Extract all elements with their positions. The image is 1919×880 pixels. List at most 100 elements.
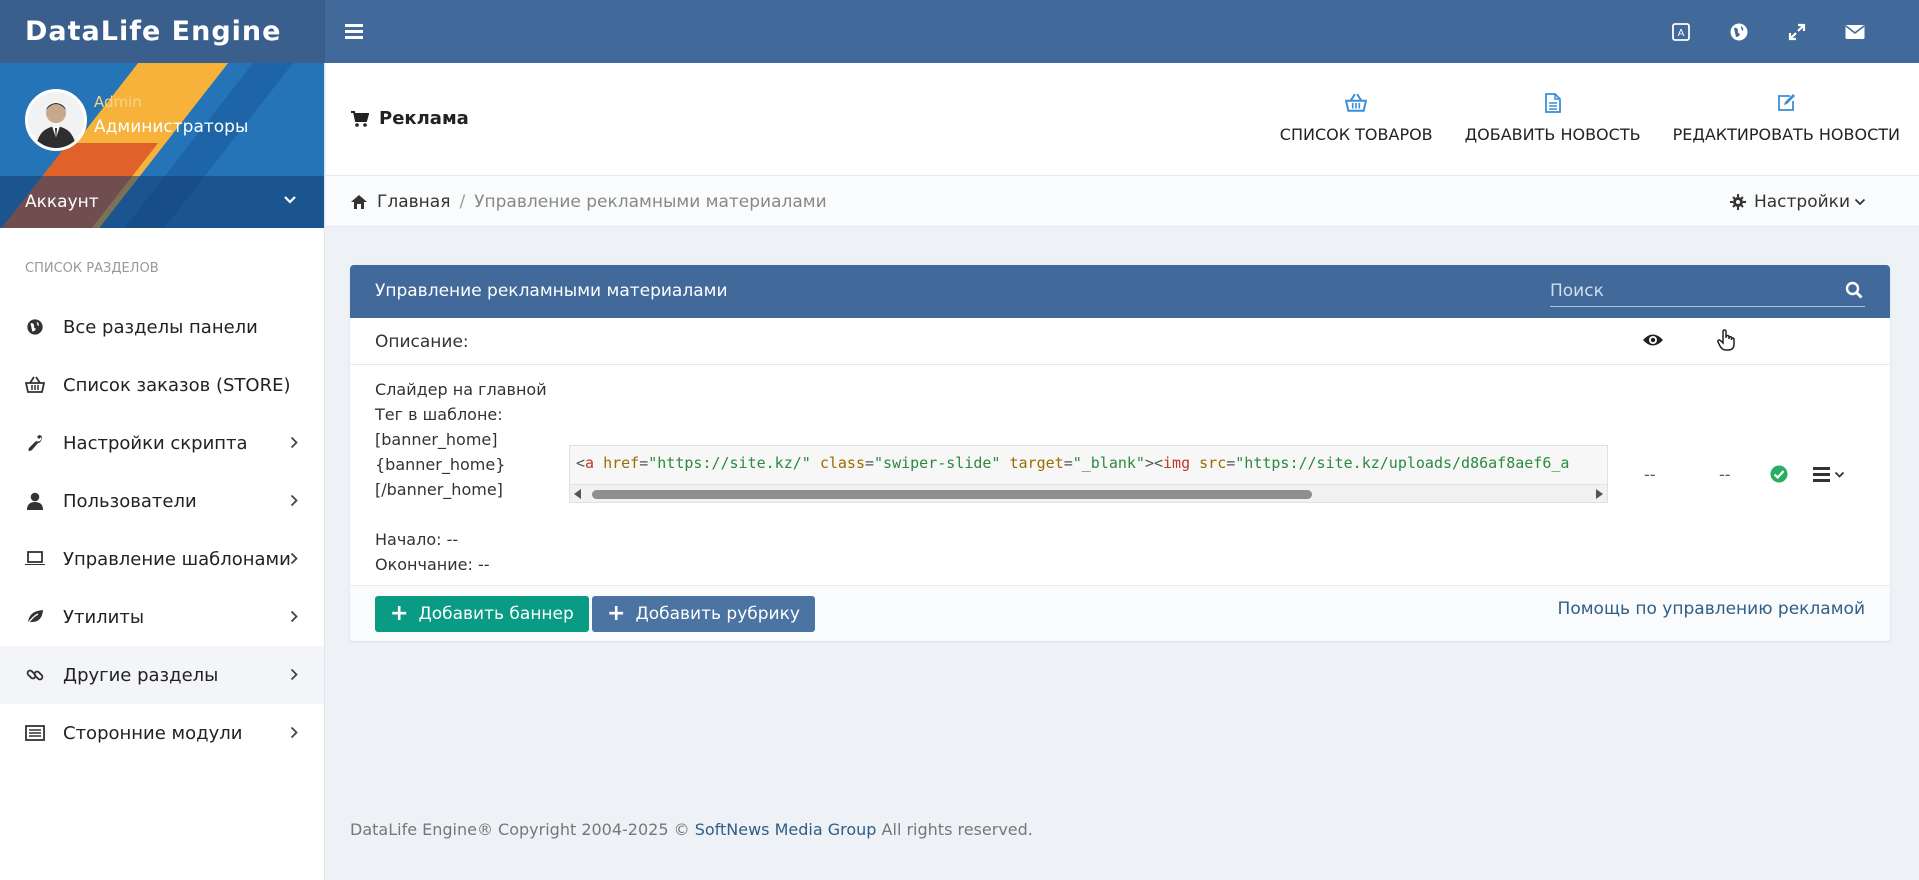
chevron-down-icon xyxy=(1854,198,1866,206)
code-token-tag: img xyxy=(1163,454,1191,472)
company-link[interactable]: SoftNews Media Group xyxy=(695,820,877,839)
sidebar-item-store-orders[interactable]: Список заказов (STORE) xyxy=(0,356,324,414)
search-box xyxy=(1550,277,1865,307)
breadcrumb-home[interactable]: Главная xyxy=(351,192,450,212)
search-icon[interactable] xyxy=(1845,281,1863,299)
add-news-label: Добавить новость xyxy=(1464,125,1641,144)
ads-help-link[interactable]: Помощь по управлению рекламой xyxy=(1558,599,1865,619)
settings-dropdown[interactable]: Настройки xyxy=(1729,192,1874,212)
list-icon xyxy=(25,723,45,743)
user-group: Администраторы xyxy=(94,117,249,137)
add-banner-button[interactable]: + Добавить баннер xyxy=(375,596,589,632)
top-icons: A xyxy=(1652,0,1884,63)
products-list-button[interactable]: Список товаров xyxy=(1280,93,1433,144)
user-icon xyxy=(25,491,45,511)
scroll-right-icon[interactable] xyxy=(1596,489,1603,499)
banner-tag-open: [banner_home] xyxy=(375,430,498,449)
code-token-punct: >< xyxy=(1144,454,1164,472)
page-header: Реклама Список товаров Добавить новость … xyxy=(326,63,1919,175)
globe-icon xyxy=(25,317,45,337)
account-label: Аккаунт xyxy=(25,192,99,212)
banner-info: Слайдер на главной Тег в шаблоне: [banne… xyxy=(375,377,547,577)
sidebar-item-label: Сторонние модули xyxy=(63,722,243,744)
sidebar-item-all-sections[interactable]: Все разделы панели xyxy=(0,298,324,356)
code-token-str: "https://site.kz/" xyxy=(648,454,811,472)
sidebar: Admin Администраторы Аккаунт Список разд… xyxy=(0,63,325,880)
code-token-attr: class xyxy=(819,454,865,472)
horizontal-scrollbar[interactable] xyxy=(570,484,1607,502)
table-header-row: Описание: xyxy=(350,318,1890,365)
banner-tag-close: [/banner_home] xyxy=(375,480,503,499)
file-icon xyxy=(1544,93,1561,113)
panel-title: Управление рекламными материалами xyxy=(375,281,728,301)
sidebar-item-script-settings[interactable]: Настройки скрипта xyxy=(0,414,324,472)
chevron-down-icon xyxy=(1834,471,1845,478)
check-circle-icon[interactable] xyxy=(1770,465,1788,483)
page-title: Реклама xyxy=(351,108,469,129)
code-token-str: "swiper-slide" xyxy=(874,454,1001,472)
nav-caption: Список разделов xyxy=(25,261,159,276)
code-token-str: "_blank" xyxy=(1072,454,1145,472)
code-token-attr: href xyxy=(603,454,640,472)
code-token-punct xyxy=(1190,454,1199,472)
add-banner-label: Добавить баннер xyxy=(418,604,574,624)
panel-footer: + Добавить баннер + Добавить рубрику Пом… xyxy=(350,586,1890,641)
add-news-button[interactable]: Добавить новость xyxy=(1465,93,1641,144)
breadcrumb-bar: Главная / Управление рекламными материал… xyxy=(326,175,1919,227)
code-token-punct xyxy=(811,454,820,472)
basket-icon xyxy=(25,375,45,395)
sidebar-item-label: Настройки скрипта xyxy=(63,432,248,454)
sidebar-item-users[interactable]: Пользователи xyxy=(0,472,324,530)
chevron-right-icon xyxy=(290,726,298,739)
row-actions-menu[interactable] xyxy=(1813,467,1845,485)
banner-end: Окончание: -- xyxy=(375,555,490,574)
copyright: DataLife Engine® Copyright 2004-2025 © S… xyxy=(350,820,1033,839)
scrollbar-thumb[interactable] xyxy=(592,490,1312,499)
account-dropdown[interactable]: Аккаунт xyxy=(0,176,324,228)
copyright-prefix: DataLife Engine® Copyright 2004-2025 © xyxy=(350,820,690,839)
fullscreen-icon[interactable] xyxy=(1768,0,1826,63)
user-name: Admin xyxy=(94,93,142,111)
sidebar-item-label: Все разделы панели xyxy=(63,316,258,338)
sidebar-item-templates[interactable]: Управление шаблонами xyxy=(0,530,324,588)
add-category-button[interactable]: + Добавить рубрику xyxy=(592,596,815,632)
translate-icon[interactable]: A xyxy=(1652,0,1710,63)
banner-clicks: -- xyxy=(1719,465,1731,484)
code-token-punct: = xyxy=(1226,454,1236,472)
avatar[interactable] xyxy=(25,89,87,151)
search-input[interactable] xyxy=(1550,277,1830,305)
banner-tag-label: Тег в шаблоне: xyxy=(375,405,503,424)
plus-icon: + xyxy=(390,601,409,626)
code-token-punct: = xyxy=(639,454,649,472)
globe-icon[interactable] xyxy=(1710,0,1768,63)
gear-icon xyxy=(1729,194,1746,210)
banner-code-box[interactable]: <a href="https://site.kz/" class="swiper… xyxy=(569,445,1608,503)
sidebar-item-utilities[interactable]: Утилиты xyxy=(0,588,324,646)
code-token-punct xyxy=(1000,454,1009,472)
top-navbar: DataLife Engine A xyxy=(0,0,1919,63)
sidebar-item-label: Пользователи xyxy=(63,490,197,512)
sidebar-toggle-icon[interactable] xyxy=(345,24,363,39)
breadcrumb-current: Управление рекламными материалами xyxy=(474,192,827,212)
scroll-left-icon[interactable] xyxy=(574,489,581,499)
sidebar-item-label: Список заказов (STORE) xyxy=(63,374,291,396)
edit-news-button[interactable]: Редактировать новости xyxy=(1673,93,1900,144)
code-token-str: "https://site.kz/uploads/d86af8aef6_a xyxy=(1235,454,1570,472)
mail-icon[interactable] xyxy=(1826,0,1884,63)
sidebar-item-other-sections[interactable]: Другие разделы xyxy=(0,646,324,704)
chevron-right-icon xyxy=(290,668,298,681)
leaf-icon xyxy=(25,607,45,627)
banner-tag-placeholder: {banner_home} xyxy=(375,455,506,474)
edit-news-label: Редактировать новости xyxy=(1672,125,1900,144)
breadcrumb: Главная / Управление рекламными материал… xyxy=(351,192,827,212)
panel-header: Управление рекламными материалами xyxy=(350,265,1890,318)
description-label: Описание: xyxy=(375,332,469,352)
code-token-punct: < xyxy=(576,454,586,472)
chevron-down-icon xyxy=(284,196,296,204)
wrench-icon xyxy=(25,433,45,453)
chevron-right-icon xyxy=(290,494,298,507)
chevron-right-icon xyxy=(290,436,298,449)
page-title-text: Реклама xyxy=(379,108,469,129)
brand-logo[interactable]: DataLife Engine xyxy=(0,0,325,63)
sidebar-item-third-party-modules[interactable]: Сторонние модули xyxy=(0,704,324,762)
